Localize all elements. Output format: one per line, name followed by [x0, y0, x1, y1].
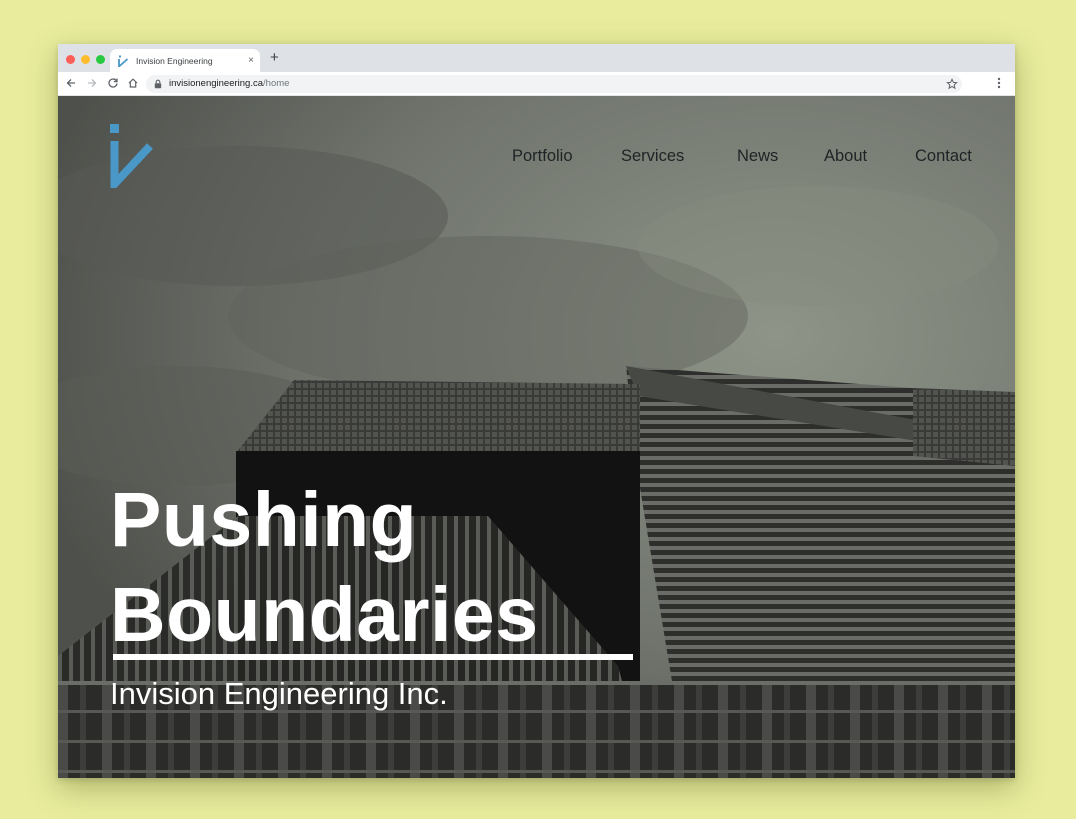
maximize-window-button[interactable] — [96, 55, 105, 64]
hero-title-line-2: Boundaries — [110, 572, 539, 658]
window-controls — [66, 55, 105, 64]
nav-about[interactable]: About — [824, 147, 867, 166]
tab-bar: Invision Engineering × + — [58, 44, 1015, 72]
back-icon[interactable] — [65, 77, 77, 89]
browser-tab[interactable]: Invision Engineering × — [110, 49, 260, 72]
new-tab-button[interactable]: + — [270, 50, 279, 66]
home-icon[interactable] — [127, 77, 139, 89]
url-text: invisionengineering.ca/home — [169, 78, 290, 89]
nav-contact[interactable]: Contact — [915, 147, 972, 166]
hero-title-line-1: Pushing — [110, 477, 418, 563]
address-bar[interactable]: invisionengineering.ca/home — [146, 75, 962, 93]
bookmark-star-icon[interactable] — [946, 78, 958, 90]
more-menu-icon[interactable] — [996, 76, 1002, 90]
lock-icon — [154, 79, 162, 89]
forward-icon[interactable] — [86, 77, 98, 89]
nav-services[interactable]: Services — [621, 147, 684, 166]
nav-news[interactable]: News — [737, 147, 778, 166]
hero-subtitle: Invision Engineering Inc. — [110, 676, 448, 711]
minimize-window-button[interactable] — [81, 55, 90, 64]
hero-section: Portfolio Services News About Contact Pu… — [58, 96, 1015, 778]
hero-divider — [113, 654, 633, 660]
nav-portfolio[interactable]: Portfolio — [512, 147, 573, 166]
browser-toolbar: invisionengineering.ca/home — [58, 72, 1015, 96]
favicon-icon — [118, 55, 129, 67]
reload-icon[interactable] — [107, 77, 119, 89]
close-window-button[interactable] — [66, 55, 75, 64]
browser-window: Invision Engineering × + invisionenginee… — [58, 44, 1015, 778]
tab-close-icon[interactable]: × — [248, 55, 254, 66]
hero-title: Pushing Boundaries — [110, 473, 539, 663]
main-nav: Portfolio Services News About Contact — [58, 147, 1015, 169]
tab-title: Invision Engineering — [136, 55, 213, 66]
